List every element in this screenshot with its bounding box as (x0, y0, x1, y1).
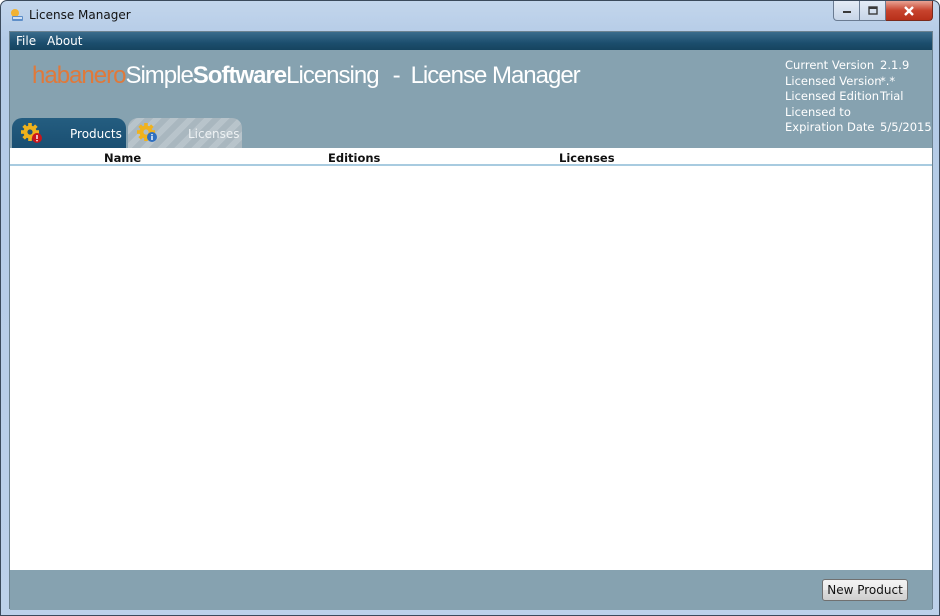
menu-bar: File About (10, 32, 932, 50)
column-header-editions[interactable]: Editions (328, 151, 380, 165)
close-button[interactable] (886, 1, 933, 21)
info-label: Licensed Edition (785, 89, 880, 103)
info-row-current-version: Current Version 2.1.9 (785, 58, 932, 74)
tab-licenses[interactable]: Licenses (128, 118, 242, 148)
info-value: 5/5/2015 (880, 120, 932, 134)
tab-products-label: Products (70, 127, 122, 141)
footer-panel: New Product (10, 570, 932, 610)
info-label: Licensed to (785, 104, 851, 119)
grid-header: Name Editions Licenses (10, 148, 932, 166)
tab-products[interactable]: Products (12, 118, 126, 148)
info-label: Licensed Version (785, 73, 882, 88)
header-panel: habaneroSimpleSoftwareLicensing - License … (10, 50, 932, 148)
app-icon (11, 9, 23, 21)
info-label: Expiration Date (785, 120, 875, 134)
close-icon (904, 5, 914, 16)
gear-alert-icon (21, 123, 42, 143)
info-value: *.* (880, 73, 896, 88)
title-bar[interactable]: License Manager (1, 1, 939, 31)
products-grid[interactable]: Name Editions Licenses (10, 148, 932, 570)
new-product-button[interactable]: New Product (822, 579, 908, 601)
brand-title: habaneroSimpleSoftwareLicensing - License … (32, 62, 581, 90)
tab-licenses-label: Licenses (188, 127, 240, 141)
menu-about[interactable]: About (47, 34, 82, 48)
license-info: Current Version 2.1.9 Licensed Version *… (785, 58, 932, 136)
info-value: Trial (880, 89, 904, 103)
menu-file[interactable]: File (16, 34, 36, 48)
info-value: 2.1.9 (880, 58, 910, 72)
info-row-licensed-edition: Licensed Edition Trial (785, 89, 932, 105)
brand-licensing: Licensing (286, 62, 379, 89)
brand-separator: - (392, 62, 401, 89)
window-title: License Manager (29, 8, 131, 22)
app-window: License Manager File About habaneroSimpl… (0, 0, 940, 616)
maximize-button[interactable] (860, 1, 886, 21)
info-row-licensed-to: Licensed to (785, 105, 932, 121)
info-row-expiration-date: Expiration Date 5/5/2015 (785, 120, 932, 136)
column-header-name[interactable]: Name (104, 151, 141, 165)
brand-simple: Simple (125, 62, 193, 89)
info-row-licensed-version: Licensed Version *.* (785, 74, 932, 90)
info-label: Current Version (785, 58, 875, 72)
maximize-icon (867, 6, 878, 15)
client-area: File About habaneroSimpleSoftwareLicensi… (9, 31, 933, 610)
minimize-icon (842, 10, 851, 13)
brand-software: Software (192, 62, 287, 89)
column-header-licenses[interactable]: Licenses (559, 151, 615, 165)
caption-buttons (833, 1, 933, 21)
minimize-button[interactable] (833, 1, 860, 21)
brand-habanero: habanero (32, 62, 126, 89)
brand-subtitle: License Manager (410, 62, 581, 89)
gear-info-icon (137, 123, 157, 142)
